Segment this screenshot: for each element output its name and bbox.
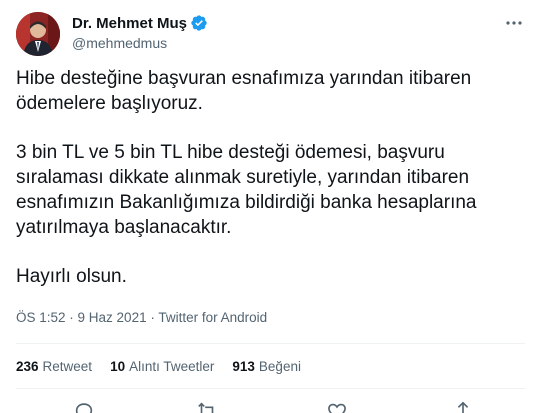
retweets-count: 236 bbox=[16, 359, 39, 374]
divider bbox=[16, 388, 525, 389]
tweet-header: Dr. Mehmet Muş @mehmedmus bbox=[16, 10, 525, 56]
quotes-count: 10 bbox=[110, 359, 126, 374]
divider bbox=[16, 343, 525, 344]
reply-icon[interactable] bbox=[73, 400, 95, 413]
heart-icon[interactable] bbox=[326, 400, 348, 413]
meta-separator: · bbox=[65, 310, 78, 325]
quotes-stat[interactable]: 10 Alıntı Tweetler bbox=[110, 359, 214, 374]
retweets-stat[interactable]: 236 Retweet bbox=[16, 359, 92, 374]
tweet-meta: ÖS 1:52 · 9 Haz 2021 · Twitter for Andro… bbox=[16, 310, 267, 325]
tweet-date[interactable]: 9 Haz 2021 bbox=[78, 310, 147, 325]
author-handle[interactable]: @mehmedmus bbox=[72, 35, 208, 51]
author-display-name[interactable]: Dr. Mehmet Muş bbox=[72, 15, 187, 32]
likes-stat[interactable]: 913 Beğeni bbox=[232, 359, 301, 374]
retweet-icon[interactable] bbox=[196, 400, 218, 413]
share-icon[interactable] bbox=[452, 400, 474, 413]
likes-label: Beğeni bbox=[258, 359, 301, 374]
avatar[interactable] bbox=[16, 12, 60, 56]
display-name-row: Dr. Mehmet Muş bbox=[72, 13, 208, 33]
more-dots-icon[interactable] bbox=[503, 14, 525, 32]
tweet-text: Hibe desteğine başvuran esnafımıza yarın… bbox=[16, 66, 531, 289]
verified-badge-icon bbox=[190, 14, 208, 32]
tweet-stats: 236 Retweet 10 Alıntı Tweetler 913 Beğeni bbox=[16, 359, 319, 374]
quotes-label: Alıntı Tweetler bbox=[129, 359, 215, 374]
action-bar bbox=[0, 400, 541, 413]
tweet-source[interactable]: Twitter for Android bbox=[158, 310, 267, 325]
meta-separator: · bbox=[146, 310, 159, 325]
tweet-paragraph: Hayırlı olsun. bbox=[16, 266, 127, 287]
likes-count: 913 bbox=[232, 359, 255, 374]
retweets-label: Retweet bbox=[42, 359, 93, 374]
author-names: Dr. Mehmet Muş @mehmedmus bbox=[72, 13, 208, 51]
tweet-paragraph: Hibe desteğine başvuran esnafımıza yarın… bbox=[16, 68, 472, 114]
tweet-time[interactable]: ÖS 1:52 bbox=[16, 310, 66, 325]
tweet-card: Dr. Mehmet Muş @mehmedmus Hibe desteğine… bbox=[0, 0, 541, 413]
tweet-paragraph: 3 bin TL ve 5 bin TL hibe desteği ödemes… bbox=[16, 142, 477, 238]
